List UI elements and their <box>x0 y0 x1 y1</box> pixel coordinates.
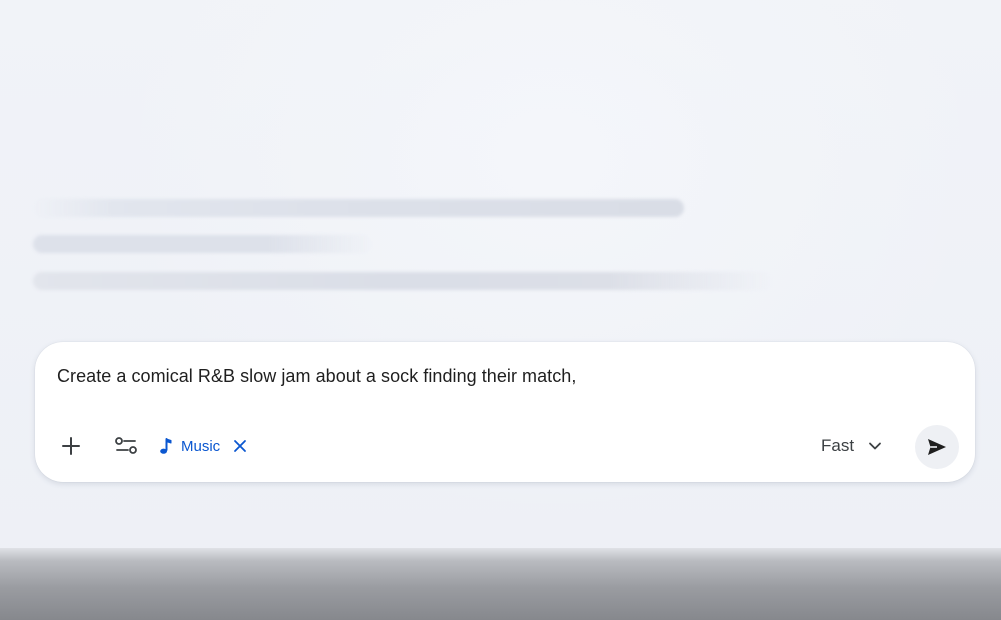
plus-icon <box>62 437 80 455</box>
page-background <box>0 0 1001 620</box>
music-chip-label: Music <box>181 437 221 455</box>
prompt-input[interactable]: Create a comical R&B slow jam about a so… <box>57 366 576 387</box>
close-icon <box>234 440 247 452</box>
add-button[interactable] <box>55 430 87 462</box>
loading-placeholder-line <box>33 199 684 217</box>
music-note-icon <box>160 438 172 454</box>
prompt-composer: Create a comical R&B slow jam about a so… <box>35 342 975 482</box>
bottom-shade <box>0 548 1001 620</box>
chevron-down-icon <box>869 442 881 450</box>
remove-music-button[interactable] <box>230 436 250 456</box>
tools-button[interactable] <box>109 430 143 462</box>
send-arrow-icon <box>928 439 946 455</box>
tune-sliders-icon <box>115 437 137 454</box>
music-tool-chip[interactable]: Music <box>157 432 250 460</box>
loading-placeholder-line <box>33 235 373 253</box>
send-button[interactable] <box>915 425 959 469</box>
loading-placeholder-line <box>33 272 773 290</box>
model-label: Fast <box>821 436 855 455</box>
model-selector[interactable]: Fast <box>821 432 882 460</box>
